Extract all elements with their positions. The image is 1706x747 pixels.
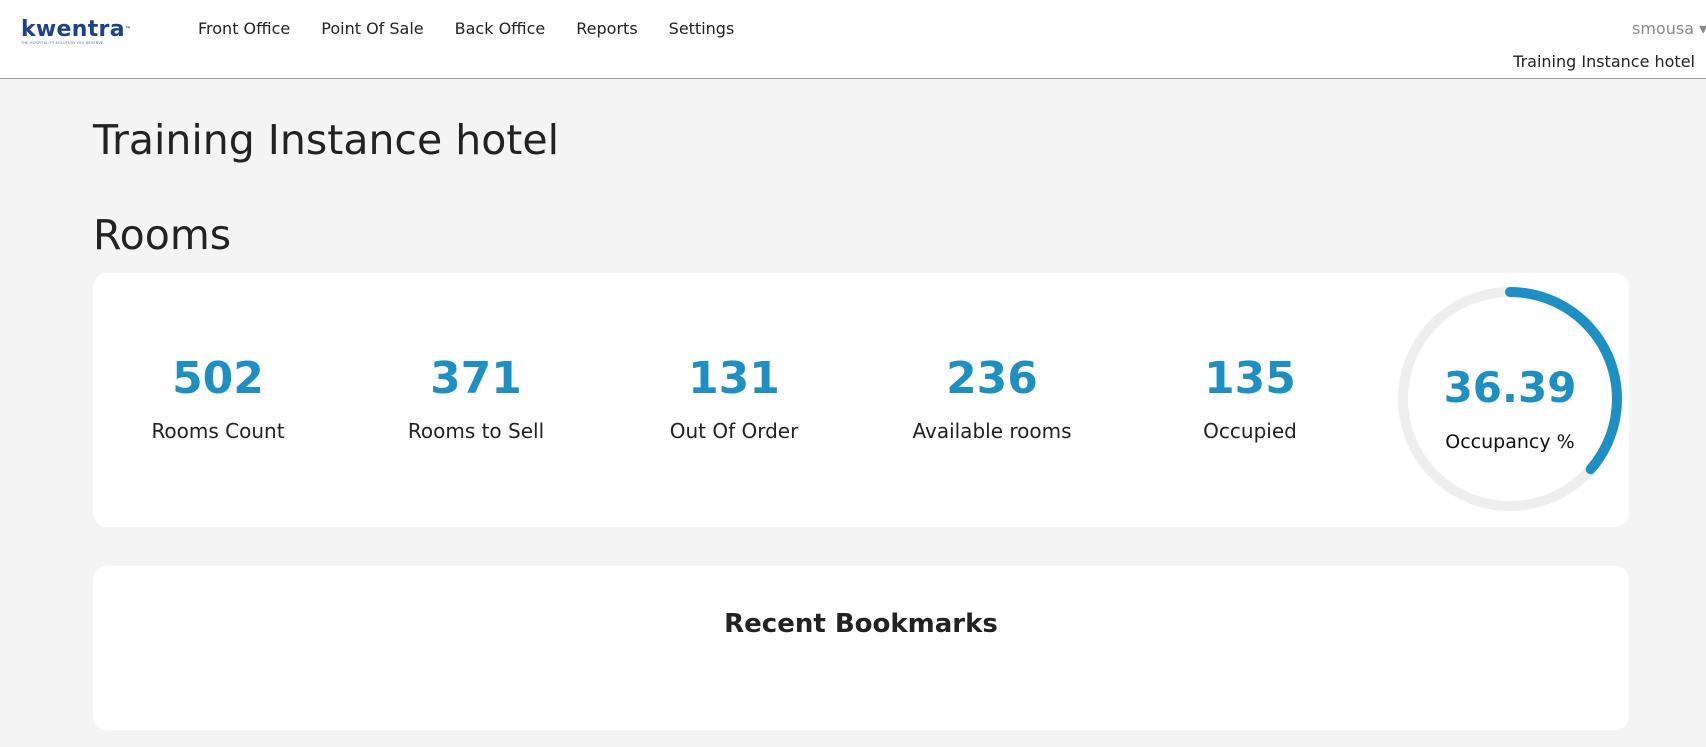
recent-bookmarks-card: Recent Bookmarks: [93, 566, 1629, 730]
stat-value: 371: [430, 353, 522, 404]
stat-value: 236: [946, 353, 1038, 404]
occupancy-value: 36.39: [1443, 363, 1577, 412]
nav-reports[interactable]: Reports: [576, 19, 637, 39]
stat-value: 131: [688, 353, 780, 404]
current-hotel-label: Training Instance hotel: [1513, 52, 1695, 71]
page-title: Training Instance hotel: [93, 116, 559, 164]
nav-point-of-sale[interactable]: Point Of Sale: [321, 19, 423, 39]
nav-back-office[interactable]: Back Office: [455, 19, 546, 39]
main-nav: Front Office Point Of Sale Back Office R…: [198, 19, 765, 39]
rooms-section-title: Rooms: [93, 211, 232, 259]
stat-label: Available rooms: [912, 419, 1072, 443]
stat-out-of-order: 131 Out Of Order: [609, 353, 859, 443]
occupancy-gauge: 36.39 Occupancy %: [1394, 283, 1626, 515]
stat-label: Out Of Order: [669, 419, 799, 443]
nav-front-office[interactable]: Front Office: [198, 19, 290, 39]
logo-wordmark: kwentra™: [21, 17, 132, 42]
stat-label: Rooms to Sell: [407, 419, 545, 443]
rooms-card: 502 Rooms Count 371 Rooms to Sell 131 Ou…: [93, 273, 1629, 527]
stat-rooms-to-sell: 371 Rooms to Sell: [351, 353, 601, 443]
username: smousa: [1632, 19, 1694, 38]
stat-occupied: 135 Occupied: [1125, 353, 1375, 443]
occupancy-label: Occupancy %: [1445, 431, 1575, 453]
stat-value: 135: [1204, 353, 1296, 404]
stat-value: 502: [172, 353, 264, 404]
recent-bookmarks-title: Recent Bookmarks: [724, 609, 998, 639]
nav-settings[interactable]: Settings: [669, 19, 735, 39]
stat-rooms-count: 502 Rooms Count: [93, 353, 343, 443]
kwentra-logo[interactable]: kwentra™ THE HOSPITALITY SOLUTION YOU DE…: [21, 18, 141, 48]
user-menu[interactable]: smousa ▾: [1632, 19, 1706, 39]
stat-label: Rooms Count: [151, 419, 285, 443]
stat-label: Occupied: [1203, 419, 1297, 443]
top-navbar: kwentra™ THE HOSPITALITY SOLUTION YOU DE…: [0, 0, 1706, 79]
stat-available-rooms: 236 Available rooms: [867, 353, 1117, 443]
